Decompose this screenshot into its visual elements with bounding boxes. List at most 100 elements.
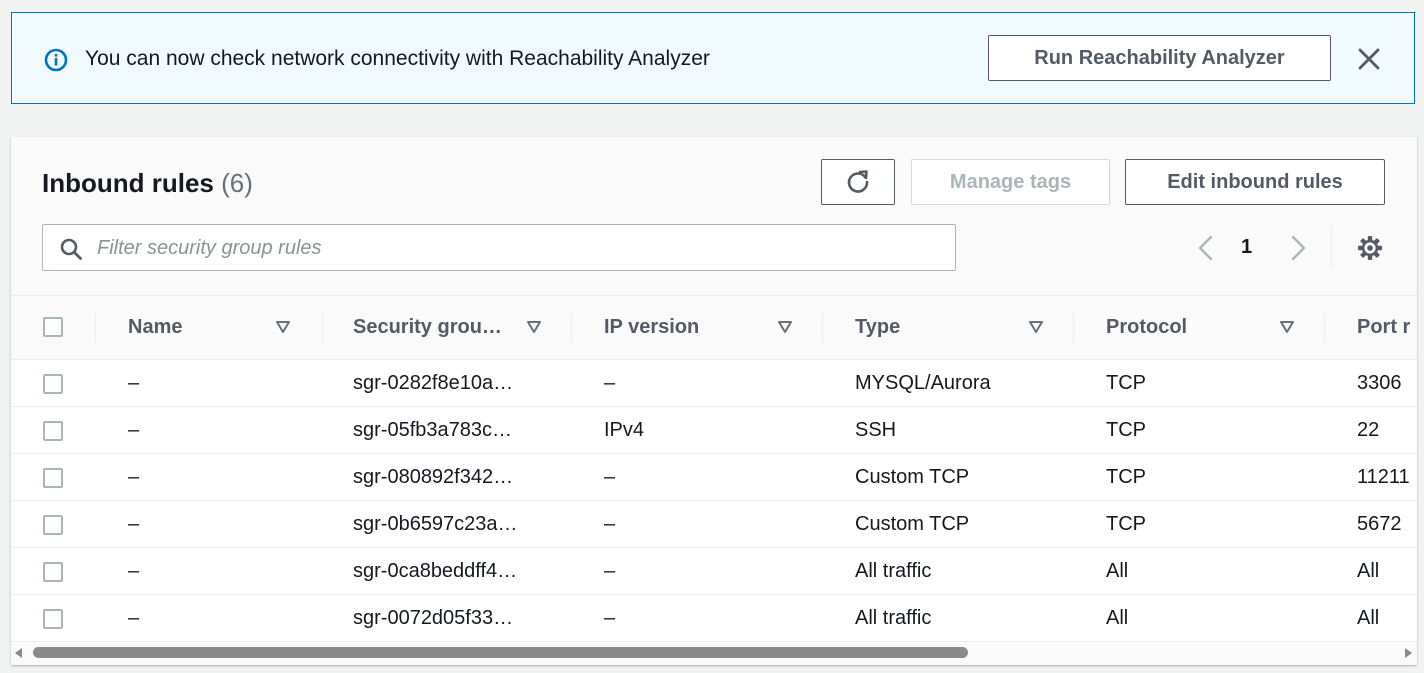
inbound-rules-table: Name Security grou… IP version Type Prot… bbox=[11, 295, 1417, 642]
table-row[interactable]: – sgr-05fb3a783c… IPv4 SSH TCP 22 bbox=[11, 407, 1417, 454]
sort-down-icon[interactable] bbox=[777, 320, 793, 334]
column-header-protocol[interactable]: Protocol bbox=[1106, 296, 1336, 359]
select-all-checkbox[interactable] bbox=[43, 317, 63, 337]
cell-ip-version: – bbox=[604, 465, 616, 488]
info-icon bbox=[44, 48, 68, 72]
cell-ip-version: – bbox=[604, 512, 616, 535]
column-header-type[interactable]: Type bbox=[855, 296, 1085, 359]
row-checkbox[interactable] bbox=[43, 515, 63, 535]
cell-port-range: 5672 bbox=[1357, 512, 1402, 535]
panel-title: Inbound rules (6) bbox=[42, 167, 253, 199]
cell-name: – bbox=[128, 418, 140, 441]
scroll-right-arrow-icon[interactable] bbox=[1405, 648, 1412, 658]
filter-input[interactable] bbox=[95, 231, 939, 266]
column-header-security-group-rule[interactable]: Security grou… bbox=[353, 296, 583, 359]
cell-port-range: All bbox=[1357, 559, 1380, 582]
info-banner: You can now check network connectivity w… bbox=[11, 12, 1415, 104]
refresh-icon bbox=[847, 170, 869, 193]
cell-name: – bbox=[128, 559, 140, 582]
column-separator bbox=[822, 313, 823, 343]
cell-type: SSH bbox=[855, 418, 897, 441]
cell-port-range: 3306 bbox=[1357, 371, 1402, 394]
column-label: IP version bbox=[604, 316, 700, 338]
column-label: Type bbox=[855, 316, 901, 338]
cell-protocol: TCP bbox=[1106, 512, 1146, 535]
rules-count: (6) bbox=[221, 168, 253, 198]
cell-security-group-rule[interactable]: sgr-0072d05f33… bbox=[353, 595, 513, 641]
column-label: Port r bbox=[1357, 316, 1411, 338]
sort-down-icon[interactable] bbox=[1028, 320, 1044, 334]
column-separator bbox=[1073, 313, 1074, 343]
cell-name: – bbox=[128, 465, 140, 488]
refresh-button[interactable] bbox=[821, 159, 895, 205]
close-icon[interactable] bbox=[1355, 45, 1383, 73]
sort-down-icon[interactable] bbox=[526, 320, 542, 334]
cell-type: Custom TCP bbox=[855, 465, 970, 488]
cell-name: – bbox=[128, 512, 140, 535]
cell-port-range: 22 bbox=[1357, 418, 1380, 441]
inbound-rules-panel: Inbound rules (6) Manage tags Edit inbou… bbox=[11, 137, 1417, 665]
gear-icon[interactable] bbox=[1357, 235, 1383, 261]
cell-type: Custom TCP bbox=[855, 512, 970, 535]
table-row[interactable]: – sgr-0282f8e10a… – MYSQL/Aurora TCP 330… bbox=[11, 360, 1417, 407]
column-header-ip-version[interactable]: IP version bbox=[604, 296, 834, 359]
column-separator bbox=[1324, 313, 1325, 343]
pager-divider bbox=[1331, 225, 1332, 269]
chevron-right-icon[interactable] bbox=[1287, 234, 1309, 262]
cell-port-range: 11211 bbox=[1357, 465, 1410, 488]
panel-header: Inbound rules (6) Manage tags Edit inbou… bbox=[11, 137, 1417, 295]
cell-security-group-rule[interactable]: sgr-0282f8e10a… bbox=[353, 360, 513, 406]
run-reachability-analyzer-button[interactable]: Run Reachability Analyzer bbox=[988, 35, 1331, 81]
scrollbar-thumb[interactable] bbox=[33, 647, 968, 658]
cell-type: All traffic bbox=[855, 559, 932, 582]
cell-type: MYSQL/Aurora bbox=[855, 371, 991, 394]
horizontal-scrollbar[interactable] bbox=[11, 643, 1417, 665]
column-separator bbox=[322, 313, 323, 343]
table-row[interactable]: – sgr-080892f342… – Custom TCP TCP 11211 bbox=[11, 454, 1417, 501]
column-label: Name bbox=[128, 316, 183, 338]
row-checkbox[interactable] bbox=[43, 421, 63, 441]
row-checkbox[interactable] bbox=[43, 609, 63, 629]
manage-tags-button[interactable]: Manage tags bbox=[911, 159, 1110, 205]
column-header-name[interactable]: Name bbox=[128, 296, 328, 359]
filter-field[interactable] bbox=[42, 224, 956, 271]
cell-ip-version: – bbox=[604, 559, 616, 582]
column-separator bbox=[571, 313, 572, 343]
row-checkbox[interactable] bbox=[43, 468, 63, 488]
cell-protocol: TCP bbox=[1106, 371, 1146, 394]
cell-security-group-rule[interactable]: sgr-080892f342… bbox=[353, 454, 513, 500]
cell-protocol: All bbox=[1106, 559, 1129, 582]
cell-protocol: All bbox=[1106, 606, 1129, 629]
column-label: Security grou… bbox=[353, 316, 502, 338]
table-row[interactable]: – sgr-0b6597c23a… – Custom TCP TCP 5672 bbox=[11, 501, 1417, 548]
column-label: Protocol bbox=[1106, 316, 1188, 338]
sort-down-icon[interactable] bbox=[275, 320, 291, 334]
cell-name: – bbox=[128, 371, 140, 394]
search-icon bbox=[60, 238, 82, 260]
table-row[interactable]: – sgr-0ca8beddff4… – All traffic All All bbox=[11, 548, 1417, 595]
cell-security-group-rule[interactable]: sgr-0ca8beddff4… bbox=[353, 548, 517, 594]
cell-ip-version: IPv4 bbox=[604, 418, 645, 441]
cell-ip-version: – bbox=[604, 371, 616, 394]
sort-down-icon[interactable] bbox=[1279, 320, 1295, 334]
cell-type: All traffic bbox=[855, 606, 932, 629]
cell-protocol: TCP bbox=[1106, 418, 1146, 441]
cell-protocol: TCP bbox=[1106, 465, 1146, 488]
chevron-left-icon[interactable] bbox=[1195, 234, 1217, 262]
cell-security-group-rule[interactable]: sgr-0b6597c23a… bbox=[353, 501, 518, 547]
table-row[interactable]: – sgr-0072d05f33… – All traffic All All bbox=[11, 595, 1417, 642]
row-checkbox[interactable] bbox=[43, 374, 63, 394]
scroll-left-arrow-icon[interactable] bbox=[15, 648, 22, 658]
banner-message: You can now check network connectivity w… bbox=[85, 47, 710, 70]
cell-port-range: All bbox=[1357, 606, 1380, 629]
column-header-port-range[interactable]: Port r bbox=[1357, 296, 1417, 359]
current-page[interactable]: 1 bbox=[1241, 236, 1252, 259]
cell-ip-version: – bbox=[604, 606, 616, 629]
cell-name: – bbox=[128, 606, 140, 629]
row-checkbox[interactable] bbox=[43, 562, 63, 582]
table-header: Name Security grou… IP version Type Prot… bbox=[11, 295, 1417, 360]
cell-security-group-rule[interactable]: sgr-05fb3a783c… bbox=[353, 407, 512, 453]
column-separator bbox=[95, 313, 96, 343]
panel-title-text: Inbound rules bbox=[42, 168, 214, 198]
edit-inbound-rules-button[interactable]: Edit inbound rules bbox=[1125, 159, 1385, 205]
